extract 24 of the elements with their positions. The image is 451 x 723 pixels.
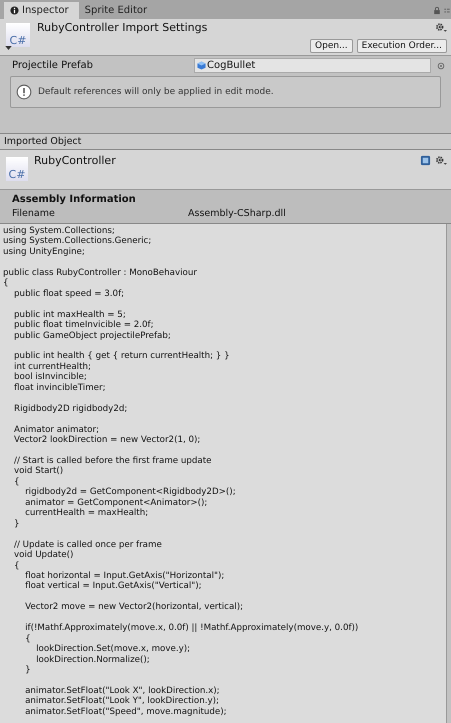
info-icon bbox=[10, 6, 19, 15]
inspector-tab[interactable]: Inspector bbox=[4, 2, 79, 19]
header-button[interactable]: Open... bbox=[310, 39, 353, 53]
script-file-icon: C# bbox=[6, 23, 30, 47]
object-field[interactable]: CogBullet bbox=[194, 58, 431, 73]
inspector-tab[interactable]: Sprite Editor bbox=[78, 2, 158, 19]
property-value: Assembly-CSharp.dll bbox=[188, 208, 286, 219]
script-file-icon: C# bbox=[6, 157, 28, 181]
panel-title: Assembly Information bbox=[12, 194, 137, 205]
info-icon bbox=[16, 84, 32, 100]
settings-icon[interactable] bbox=[435, 22, 447, 33]
field-label: Projectile Prefab bbox=[11, 60, 94, 71]
cube-icon bbox=[197, 61, 206, 70]
object-name: RubyController bbox=[34, 154, 116, 167]
help-message: Default references will only be applied in edit mode. bbox=[38, 87, 274, 97]
object-picker-icon[interactable] bbox=[437, 62, 445, 70]
menu-icon[interactable] bbox=[444, 6, 450, 15]
section-title: Imported Object bbox=[4, 136, 82, 147]
lock-icon[interactable] bbox=[433, 6, 441, 15]
inspector-title: RubyController Import Settings bbox=[37, 21, 208, 34]
code-text: using System.Collections; using System.Collections.Generic; using UnityEngine; public class RubyController : MonoBehaviour { public float speed = 3.0f; public int maxHealth = 5; public float timeInvicible = 2.0f; public GameObject projectilePrefab; public int health { get { return currentHealth; } } int currentHealth; bool isInvincible; float invincibleTimer; Rigidbody2D rigidbody2d; Animator animator; Vector2 lookDirection = new Vector2(1, 0); // Start is called before the first frame update void Start() { rigidbody2d = GetComponent<Rigidbody2D>(); animator = GetComponent<Animator>(); currentHealth = maxHealth; } // Update is called once per frame void Update() { float horizontal = Input.GetAxis("Horizontal"); float vertical = Input.GetAxis("Vertical"); Vector2 move = new Vector2(horizontal, vertical); if(!Mathf.Approximately(move.x, 0.0f) || !Mathf.Approximately(move.y, 0.0f)) { lookDirection.Set(move.x, move.y); lookDirection.Normalize(); } animator.SetFloat("Look X", lookDirection.x); animator.SetFloat("Look Y", lookDirection.y); animator.SetFloat("Speed", move.magnitude); bbox=[3, 226, 360, 718]
settings-icon[interactable] bbox=[435, 155, 447, 166]
property-label: Filename bbox=[12, 208, 56, 219]
header-button[interactable]: Execution Order... bbox=[356, 39, 447, 53]
